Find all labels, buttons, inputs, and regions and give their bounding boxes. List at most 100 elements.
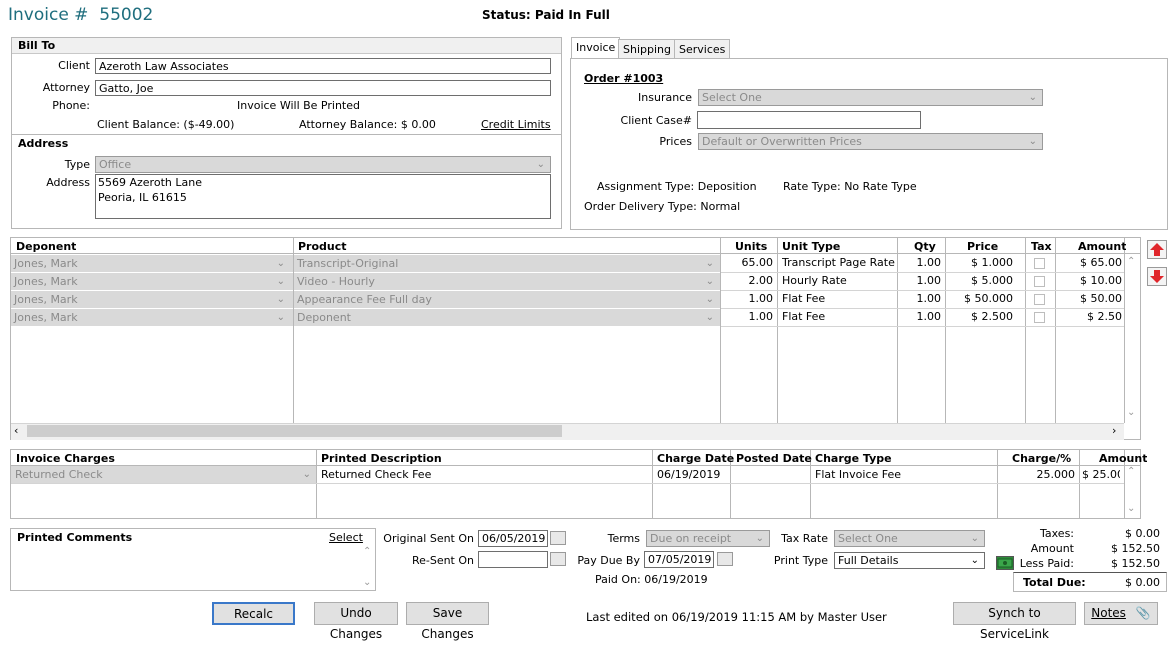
col-tax[interactable]: Tax <box>1031 240 1052 253</box>
units-cell[interactable]: 2.00 <box>722 274 774 287</box>
services-vscroll-down-icon[interactable]: ⌄ <box>1127 407 1135 418</box>
prices-select[interactable]: Default or Overwritten Prices ⌄ <box>698 133 1043 150</box>
deponent-select[interactable]: Jones, Mark ⌄ <box>11 291 293 308</box>
col-units[interactable]: Units <box>735 240 767 253</box>
address-type-select[interactable]: Office ⌄ <box>95 156 551 173</box>
col-invoice-charges[interactable]: Invoice Charges <box>16 452 115 465</box>
print-type-select[interactable]: Full Details ⌄ <box>834 552 985 569</box>
charge-date[interactable]: 06/19/2019 <box>657 468 720 481</box>
price-cell[interactable]: $ 2.500 <box>947 310 1013 323</box>
charge-description[interactable]: Returned Check Fee <box>321 468 431 481</box>
price-cell[interactable]: $ 1.000 <box>947 256 1013 269</box>
arrow-down-icon <box>1150 270 1164 283</box>
comments-scroll-up-icon[interactable]: ⌃ <box>363 546 371 557</box>
qty-cell[interactable]: 1.00 <box>899 310 942 323</box>
tab-shipping[interactable]: Shipping <box>618 39 676 58</box>
charge-amount[interactable]: $ 25.00 <box>1082 468 1120 481</box>
scroll-left-icon[interactable]: ‹ <box>14 424 18 437</box>
col-sep <box>1055 238 1056 423</box>
col-charge-date[interactable]: Charge Date <box>657 452 734 465</box>
tax-checkbox[interactable] <box>1034 276 1045 287</box>
calendar-icon[interactable] <box>550 531 566 545</box>
credit-limits-link[interactable]: Credit Limits <box>481 118 551 131</box>
charges-grid <box>10 449 1141 519</box>
charges-vscroll-up-icon[interactable]: ⌃ <box>1127 466 1135 477</box>
original-sent-field[interactable]: 06/05/2019 <box>478 530 548 547</box>
client-case-field[interactable] <box>697 111 921 129</box>
product-select[interactable]: Deponent ⌄ <box>294 309 720 326</box>
col-product[interactable]: Product <box>298 240 347 253</box>
synch-servicelink-button[interactable]: Synch to ServiceLink <box>953 602 1076 641</box>
amount-cell[interactable]: $ 50.00 <box>1057 292 1122 305</box>
scroll-right-icon[interactable]: › <box>1112 424 1116 437</box>
unit-type-cell[interactable]: Flat Fee <box>782 310 896 323</box>
units-cell[interactable]: 1.00 <box>722 310 774 323</box>
services-vscroll-up-icon[interactable]: ⌃ <box>1127 256 1135 267</box>
col-printed-description[interactable]: Printed Description <box>321 452 442 465</box>
units-cell[interactable]: 1.00 <box>722 292 774 305</box>
col-qty[interactable]: Qty <box>914 240 936 253</box>
col-charge-amount[interactable]: Amount <box>1099 452 1147 465</box>
move-up-button[interactable] <box>1147 240 1167 259</box>
pay-due-field[interactable]: 07/05/2019 <box>644 551 714 568</box>
col-sep <box>1079 450 1080 518</box>
tax-checkbox[interactable] <box>1034 294 1045 305</box>
tab-services[interactable]: Services <box>674 39 731 58</box>
product-select[interactable]: Transcript-Original ⌄ <box>294 255 720 272</box>
tax-checkbox[interactable] <box>1034 258 1045 269</box>
unit-type-cell[interactable]: Transcript Page Rate <box>782 256 896 269</box>
insurance-select[interactable]: Select One ⌄ <box>698 89 1043 106</box>
charge-type[interactable]: Flat Invoice Fee <box>815 468 901 481</box>
units-cell[interactable]: 65.00 <box>722 256 774 269</box>
save-changes-button[interactable]: Save Changes <box>406 602 489 641</box>
charge-select[interactable]: Returned Check ⌄ <box>11 466 316 483</box>
resent-field[interactable] <box>478 551 548 568</box>
col-deponent[interactable]: Deponent <box>16 240 76 253</box>
client-field[interactable]: Azeroth Law Associates <box>95 58 551 74</box>
attorney-field[interactable]: Gatto, Joe <box>95 80 551 96</box>
recalc-button[interactable]: Recalc <box>212 602 295 625</box>
amount-cell[interactable]: $ 10.00 <box>1057 274 1122 287</box>
tab-invoice[interactable]: Invoice <box>571 37 621 58</box>
col-amount[interactable]: Amount <box>1078 240 1126 253</box>
col-price[interactable]: Price <box>967 240 998 253</box>
paid-on: Paid On: 06/19/2019 <box>595 573 708 586</box>
amount-cell[interactable]: $ 2.50 <box>1057 310 1122 323</box>
notes-button[interactable]: Notes 📎 <box>1084 602 1158 625</box>
qty-cell[interactable]: 1.00 <box>899 256 942 269</box>
terms-select[interactable]: Due on receipt ⌄ <box>646 530 770 547</box>
tax-checkbox[interactable] <box>1034 312 1045 323</box>
comments-select-link[interactable]: Select <box>329 531 363 544</box>
address-textarea[interactable]: 5569 Azeroth Lane Peoria, IL 61615 <box>95 174 551 219</box>
charge-pct[interactable]: 25.000 <box>1000 468 1076 481</box>
col-unit-type[interactable]: Unit Type <box>782 240 840 253</box>
charges-vscroll-down-icon[interactable]: ⌄ <box>1127 503 1135 514</box>
col-sep <box>777 238 778 423</box>
calendar-icon[interactable] <box>717 552 733 566</box>
undo-changes-button[interactable]: Undo Changes <box>314 602 398 641</box>
amount-cell[interactable]: $ 65.00 <box>1057 256 1122 269</box>
deponent-select[interactable]: Jones, Mark ⌄ <box>11 309 293 326</box>
calendar-icon[interactable] <box>550 552 566 566</box>
col-charge-pct[interactable]: Charge/% <box>1012 452 1071 465</box>
deponent-select[interactable]: Jones, Mark ⌄ <box>11 255 293 272</box>
product-select[interactable]: Appearance Fee Full day ⌄ <box>294 291 720 308</box>
col-posted-date[interactable]: Posted Date <box>736 452 812 465</box>
price-cell[interactable]: $ 50.000 <box>947 292 1013 305</box>
move-down-button[interactable] <box>1147 267 1167 286</box>
order-link[interactable]: Order #1003 <box>584 72 663 85</box>
col-charge-type[interactable]: Charge Type <box>815 452 892 465</box>
services-hscroll-thumb[interactable] <box>27 425 562 437</box>
qty-cell[interactable]: 1.00 <box>899 292 942 305</box>
unit-type-cell[interactable]: Flat Fee <box>782 292 896 305</box>
product-select[interactable]: Video - Hourly ⌄ <box>294 273 720 290</box>
grid-header-line <box>11 253 1140 254</box>
print-type-value: Full Details <box>838 554 899 567</box>
deponent-select[interactable]: Jones, Mark ⌄ <box>11 273 293 290</box>
print-note: Invoice Will Be Printed <box>237 99 360 112</box>
comments-scroll-down-icon[interactable]: ⌄ <box>363 577 371 588</box>
price-cell[interactable]: $ 5.000 <box>947 274 1013 287</box>
qty-cell[interactable]: 1.00 <box>899 274 942 287</box>
unit-type-cell[interactable]: Hourly Rate <box>782 274 896 287</box>
tax-rate-select[interactable]: Select One ⌄ <box>834 530 985 547</box>
